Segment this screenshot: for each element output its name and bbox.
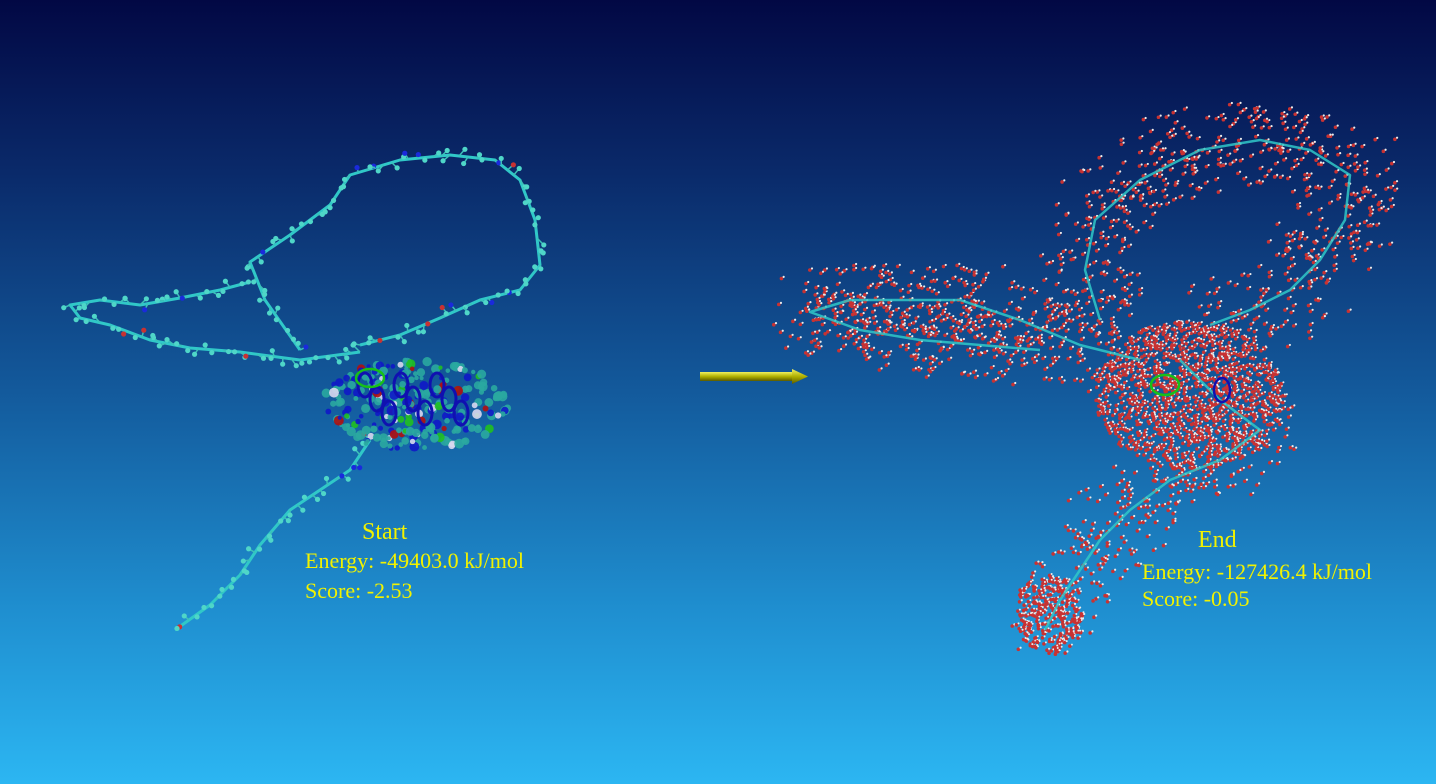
end-energy: Energy: -127426.4 kJ/mol [1142, 559, 1372, 584]
end-title: End [1198, 527, 1237, 553]
start-score: Score: -2.53 [305, 578, 413, 603]
end-solvated-protein-structure [771, 101, 1399, 657]
end-score: Score: -0.05 [1142, 586, 1250, 611]
start-title: Start [362, 519, 408, 545]
start-energy: Energy: -49403.0 kJ/mol [305, 548, 524, 573]
render-viewport: Start Energy: -49403.0 kJ/mol Score: -2.… [0, 0, 1436, 784]
